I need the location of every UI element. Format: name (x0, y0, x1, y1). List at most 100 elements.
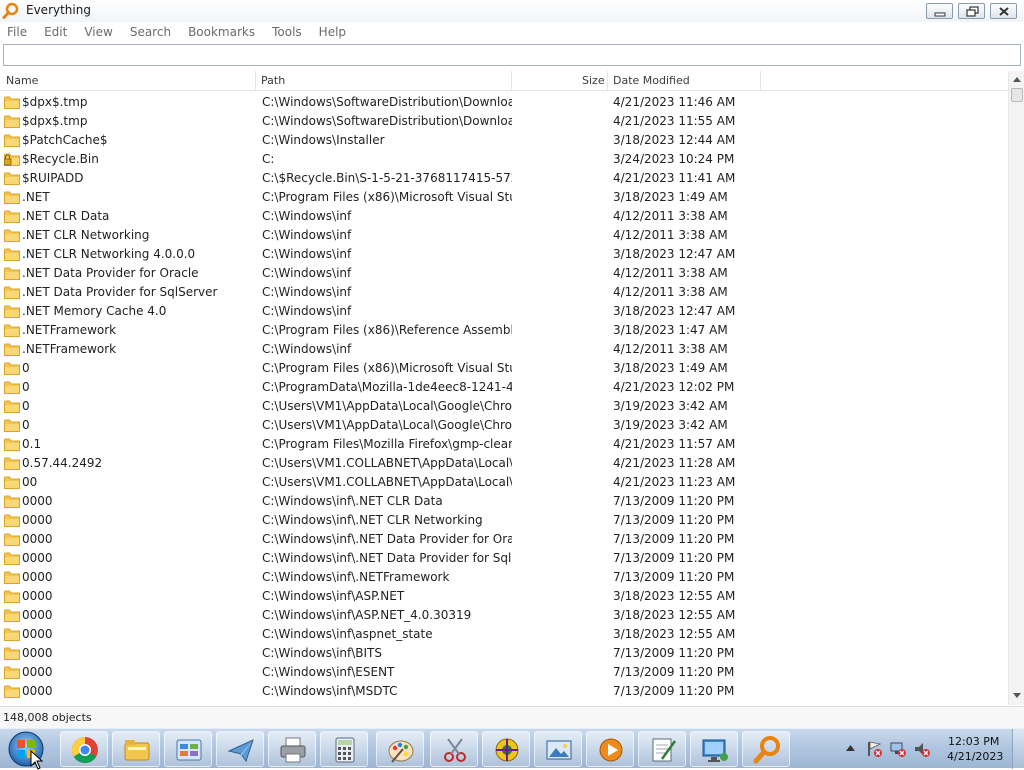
file-row[interactable]: .NETFramework C:\Program Files (x86)\Refe… (0, 321, 1008, 340)
taskbar-media-player[interactable] (586, 731, 634, 767)
file-row[interactable]: .NET CLR Data C:\Windows\inf 4/12/2011 3:3… (0, 207, 1008, 226)
paint-icon (388, 740, 414, 763)
taskbar-control-panel[interactable] (164, 731, 212, 767)
file-date-modified: 7/13/2009 11:20 PM (613, 665, 735, 679)
folder-icon (4, 552, 20, 565)
taskbar-mail[interactable] (216, 731, 264, 767)
file-row[interactable]: 0000 C:\Windows\inf\.NET Data Provider fo… (0, 549, 1008, 568)
taskbar-printer[interactable] (268, 731, 316, 767)
column-header-path[interactable]: Path (261, 74, 285, 87)
file-row[interactable]: $dpx$.tmp C:\Windows\SoftwareDistribution… (0, 93, 1008, 112)
column-divider[interactable] (760, 71, 761, 91)
folder-icon (4, 400, 20, 413)
calculator-icon (335, 737, 355, 763)
file-row[interactable]: 0000 C:\Windows\inf\.NET Data Provider fo… (0, 530, 1008, 549)
file-path: C:\Users\VM1\AppData\Local\Google\Chro..… (262, 418, 512, 432)
file-row[interactable]: 0000 C:\Windows\inf\BITS 7/13/2009 11:20 P… (0, 644, 1008, 663)
show-desktop-button[interactable] (1012, 729, 1024, 769)
menu-help[interactable]: Help (319, 25, 346, 39)
file-path: C:\Windows\Installer (262, 133, 385, 147)
file-row[interactable]: .NET CLR Networking C:\Windows\inf 4/12/20… (0, 226, 1008, 245)
file-name: 0000 (22, 513, 53, 527)
file-name: .NET CLR Data (22, 209, 110, 223)
folder-icon (4, 267, 20, 280)
file-date-modified: 4/12/2011 3:38 AM (613, 209, 728, 223)
file-row[interactable]: $Recycle.Bin C: 3/24/2023 10:24 PM (0, 150, 1008, 169)
file-path: C:\ProgramData\Mozilla-1de4eec8-1241-417… (262, 380, 512, 394)
file-row[interactable]: 0 C:\Users\VM1\AppData\Local\Google\Chro.… (0, 397, 1008, 416)
results-list[interactable]: $dpx$.tmp C:\Windows\SoftwareDistribution… (0, 93, 1008, 703)
clock-time[interactable]: 12:03 PM (948, 735, 999, 748)
search-input[interactable] (3, 44, 1021, 66)
scroll-up-arrow-icon[interactable] (1013, 77, 1021, 82)
folder-icon (4, 362, 20, 375)
column-header-name[interactable]: Name (6, 74, 38, 87)
scrollbar-thumb[interactable] (1011, 88, 1023, 102)
column-header-size[interactable]: Size (582, 74, 605, 87)
taskbar-puzzle-app[interactable] (482, 731, 530, 767)
taskbar-photo-viewer[interactable] (534, 731, 582, 767)
file-date-modified: 4/21/2023 11:46 AM (613, 95, 736, 109)
file-path: C:\Users\VM1.COLLABNET\AppData\Local\G..… (262, 475, 512, 489)
file-row[interactable]: 0000 C:\Windows\inf\ESENT 7/13/2009 11:20 … (0, 663, 1008, 682)
file-row[interactable]: $RUIPADD C:\$Recycle.Bin\S-1-5-21-3768117… (0, 169, 1008, 188)
file-row[interactable]: $dpx$.tmp C:\Windows\SoftwareDistribution… (0, 112, 1008, 131)
menu-search[interactable]: Search (130, 25, 171, 39)
menu-bookmarks[interactable]: Bookmarks (188, 25, 255, 39)
taskbar-notepad[interactable] (638, 731, 686, 767)
file-path: C:\Windows\inf\BITS (262, 646, 382, 660)
file-row[interactable]: 0000 C:\Windows\inf\.NETFramework 7/13/200… (0, 568, 1008, 587)
file-path: C:\Windows\inf\MSDTC (262, 684, 398, 698)
taskbar-file-explorer[interactable] (112, 731, 160, 767)
file-row[interactable]: .NET CLR Networking 4.0.0.0 C:\Windows\in… (0, 245, 1008, 264)
file-row[interactable]: 0000 C:\Windows\inf\.NET CLR Data 7/13/200… (0, 492, 1008, 511)
column-header-date-modified[interactable]: Date Modified (613, 74, 690, 87)
file-row[interactable]: 0.57.44.2492 C:\Users\VM1.COLLABNET\AppDa… (0, 454, 1008, 473)
mail-icon (227, 739, 254, 763)
file-name: .NET Memory Cache 4.0 (22, 304, 167, 318)
taskbar-remote-desktop[interactable] (690, 731, 738, 767)
taskbar-calculator[interactable] (320, 731, 368, 767)
column-divider[interactable] (607, 71, 608, 91)
file-path: C:\Windows\inf\.NET CLR Networking (262, 513, 483, 527)
file-row[interactable]: 0000 C:\Windows\inf\aspnet_state 3/18/2023… (0, 625, 1008, 644)
menu-view[interactable]: View (84, 25, 112, 39)
column-divider[interactable] (511, 71, 512, 91)
scroll-down-arrow-icon[interactable] (1013, 693, 1021, 698)
taskbar-paint[interactable] (376, 731, 424, 767)
clock-date[interactable]: 4/21/2023 (947, 750, 1003, 763)
file-row[interactable]: 0 C:\Users\VM1\AppData\Local\Google\Chro.… (0, 416, 1008, 435)
file-row[interactable]: 0000 C:\Windows\inf\ASP.NET 3/18/2023 12:5… (0, 587, 1008, 606)
file-explorer-icon (124, 740, 150, 761)
file-row[interactable]: 0000 C:\Windows\inf\.NET CLR Networking 7/… (0, 511, 1008, 530)
file-row[interactable]: 00 C:\Users\VM1.COLLABNET\AppData\Local\G… (0, 473, 1008, 492)
file-row[interactable]: 0000 C:\Windows\inf\ASP.NET_4.0.30319 3/18… (0, 606, 1008, 625)
file-row[interactable]: 0 C:\Program Files (x86)\Microsoft Visual… (0, 359, 1008, 378)
network-disconnected-icon[interactable] (889, 740, 907, 758)
file-row[interactable]: .NET Data Provider for Oracle C:\Windows\… (0, 264, 1008, 283)
menu-file[interactable]: File (7, 25, 27, 39)
file-row[interactable]: 0 C:\ProgramData\Mozilla-1de4eec8-1241-41… (0, 378, 1008, 397)
taskbar-chrome[interactable] (60, 731, 108, 767)
taskbar-snipping-tool[interactable] (430, 731, 478, 767)
column-divider[interactable] (255, 71, 256, 91)
file-row[interactable]: .NETFramework C:\Windows\inf 4/12/2011 3:3… (0, 340, 1008, 359)
file-row[interactable]: $PatchCache$ C:\Windows\Installer 3/18/202… (0, 131, 1008, 150)
taskbar-everything[interactable] (742, 731, 790, 767)
folder-icon (4, 286, 20, 299)
file-row[interactable]: 0.1 C:\Program Files\Mozilla Firefox\gmp-… (0, 435, 1008, 454)
minimize-button[interactable] (926, 3, 953, 19)
menu-edit[interactable]: Edit (44, 25, 67, 39)
vertical-scrollbar[interactable] (1008, 71, 1024, 705)
close-button[interactable] (990, 3, 1017, 19)
show-hidden-icons-arrow[interactable] (846, 745, 855, 751)
action-center-flag-icon[interactable] (865, 740, 883, 758)
file-row[interactable]: 0000 C:\Windows\inf\MSDTC 7/13/2009 11:20 … (0, 682, 1008, 701)
file-row[interactable]: .NET Memory Cache 4.0 C:\Windows\inf 3/18/… (0, 302, 1008, 321)
volume-muted-icon[interactable] (913, 740, 931, 758)
file-row[interactable]: .NET Data Provider for SqlServer C:\Windo… (0, 283, 1008, 302)
file-row[interactable]: .NET C:\Program Files (x86)\Microsoft Vis… (0, 188, 1008, 207)
title-bar[interactable]: Everything (0, 0, 1024, 22)
restore-button[interactable] (958, 3, 985, 19)
menu-tools[interactable]: Tools (272, 25, 302, 39)
